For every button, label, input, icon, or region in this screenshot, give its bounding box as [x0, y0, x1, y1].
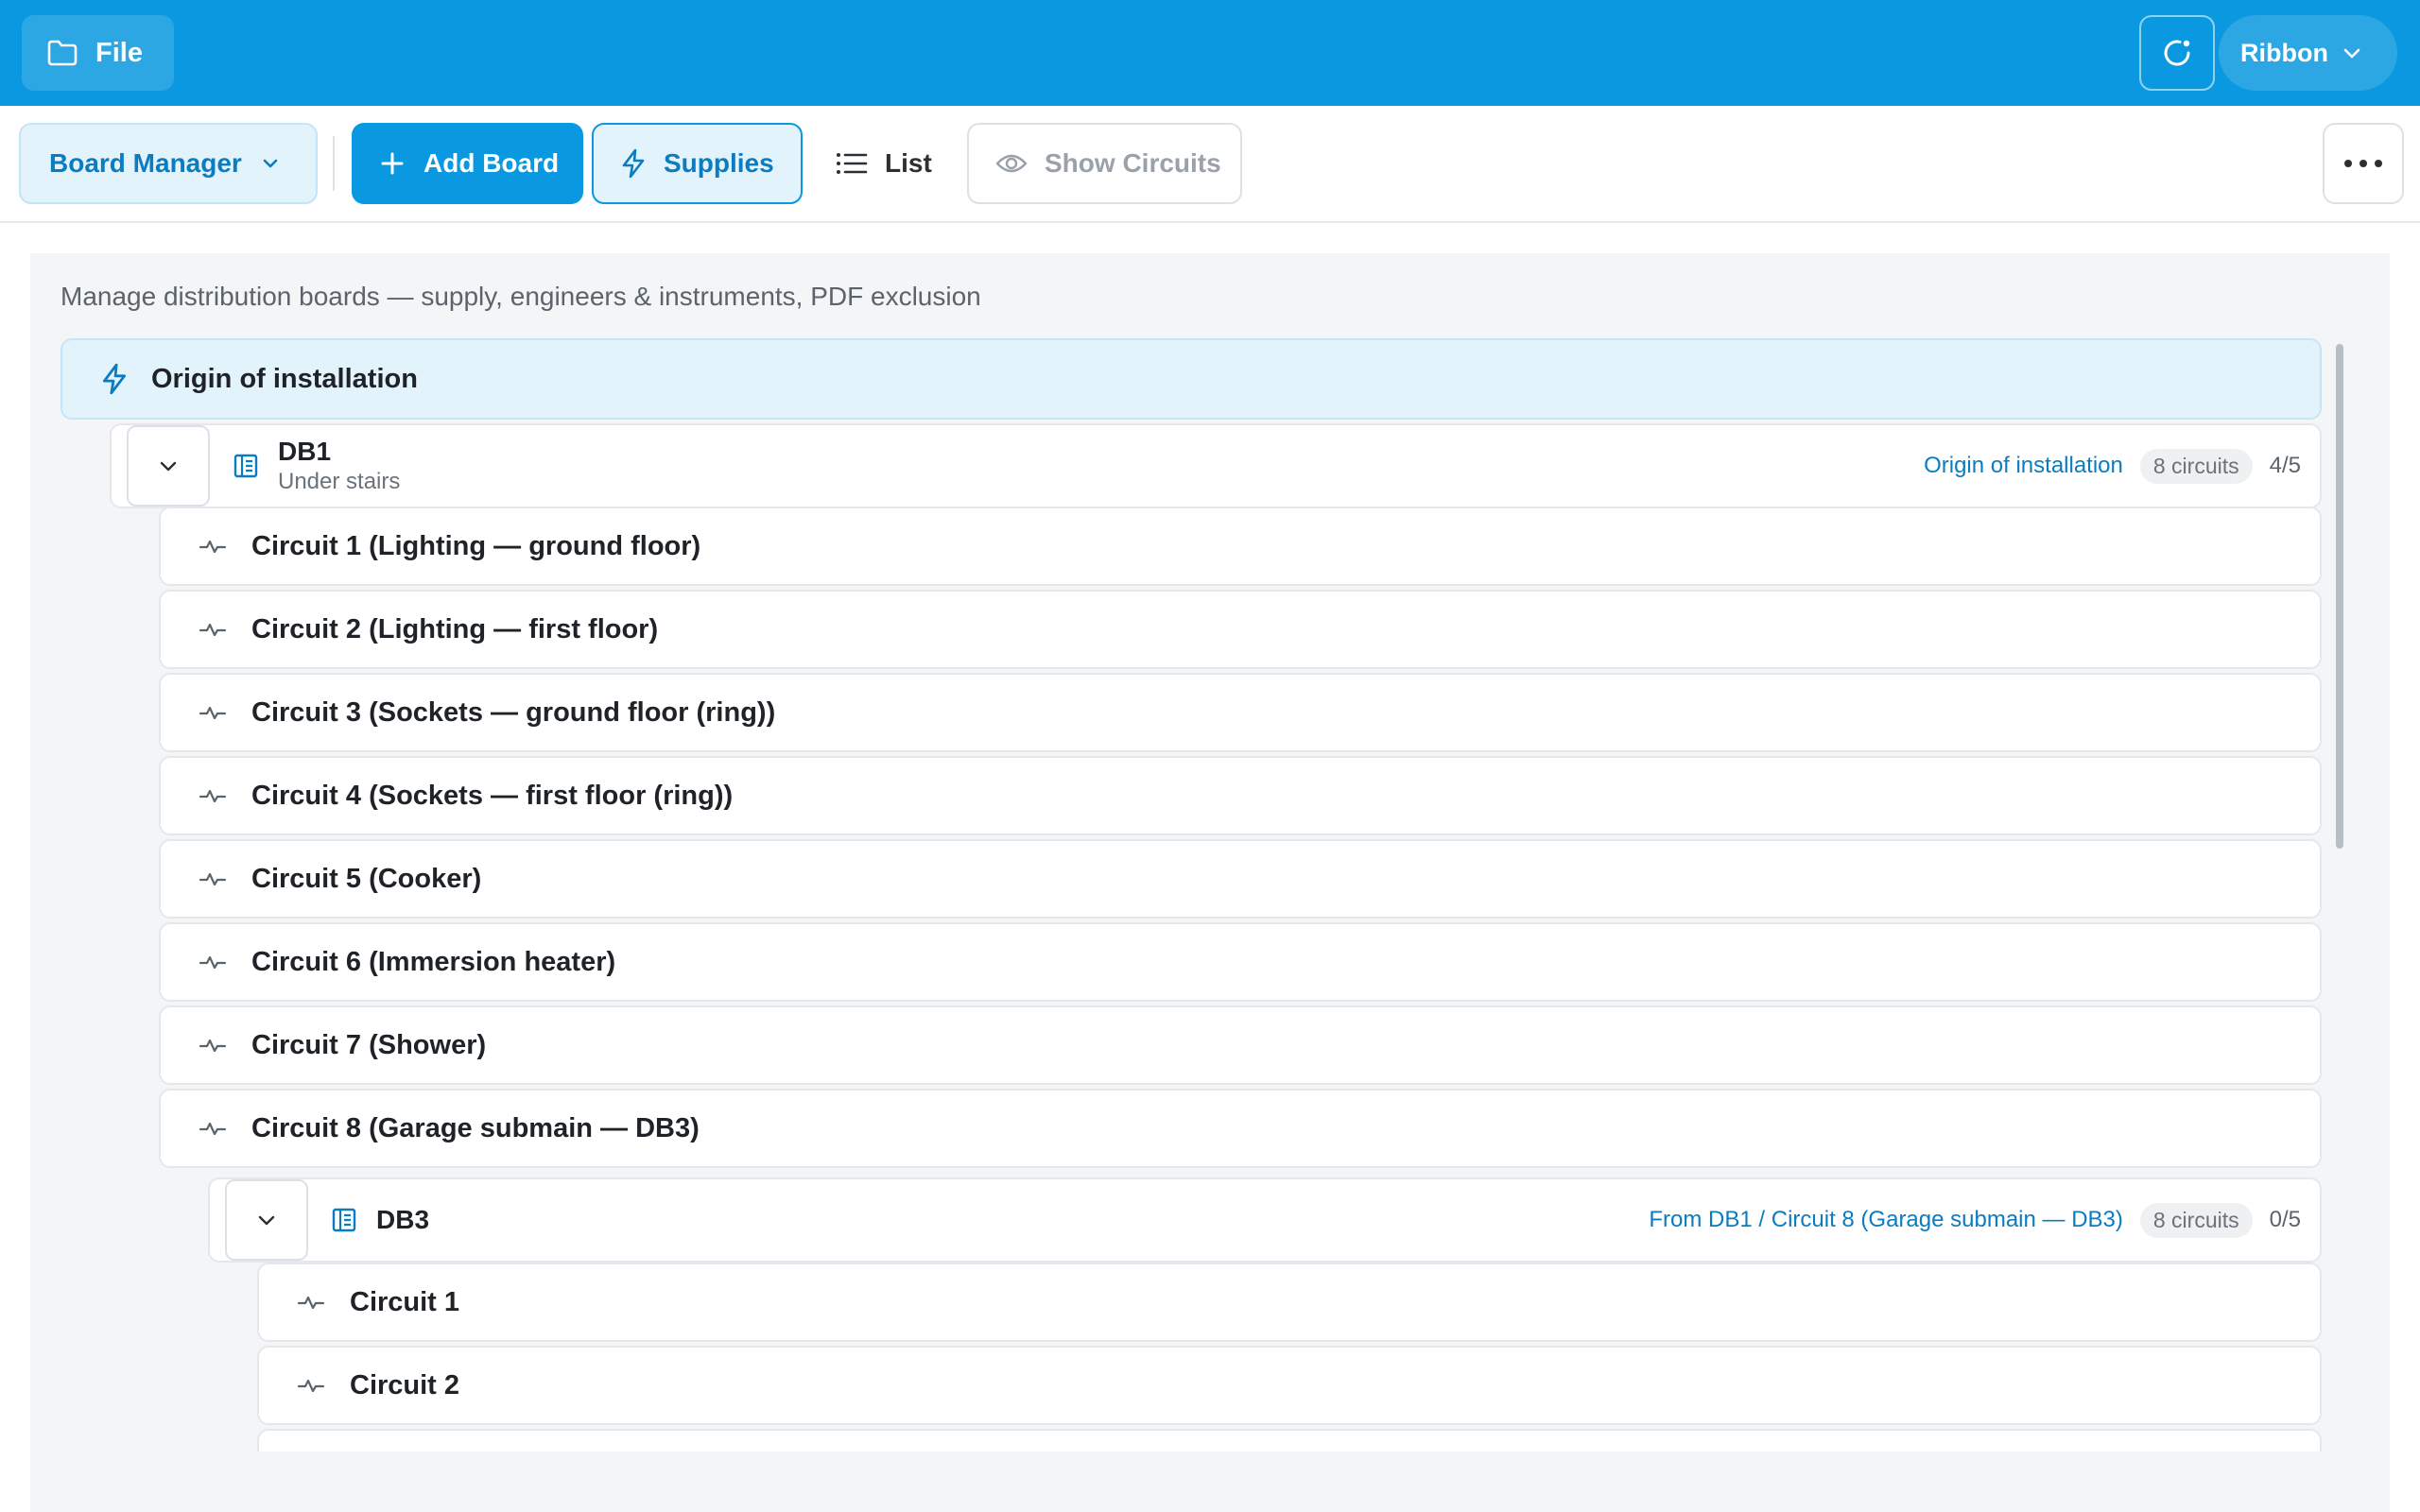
board-icon [331, 1207, 357, 1233]
circuit-row[interactable]: Circuit 4 (Sockets — first floor (ring)) [159, 756, 2322, 835]
chevron-down-icon [261, 157, 280, 170]
board-tree: Origin of installation DB1 Under stairs … [60, 338, 2322, 1452]
pulse-icon [199, 786, 227, 805]
collapse-toggle[interactable] [127, 425, 210, 507]
scrollbar-thumb[interactable] [2336, 344, 2343, 849]
origin-row[interactable]: Origin of installation [60, 338, 2322, 420]
add-board-button[interactable]: Add Board [352, 123, 583, 204]
board-manager-label: Board Manager [49, 148, 242, 178]
circuit-label: Circuit 8 (Garage submain — DB3) [251, 1112, 700, 1143]
circuit-row[interactable]: Circuit 8 (Garage submain — DB3) [159, 1089, 2322, 1168]
board-supply-source[interactable]: Origin of installation [1924, 453, 2123, 479]
collapse-toggle[interactable] [225, 1179, 308, 1261]
board-row-db3[interactable]: DB3 From DB1 / Circuit 8 (Garage submain… [208, 1177, 2322, 1263]
circuit-row[interactable]: Circuit 1 [257, 1263, 2322, 1342]
circuits-count-badge: 8 circuits [2139, 448, 2253, 484]
circuit-label: Circuit 1 (Lighting — ground floor) [251, 530, 701, 561]
board-name: DB1 [278, 437, 332, 466]
show-circuits-button[interactable]: Show Circuits [967, 123, 1242, 204]
list-icon [836, 151, 868, 176]
board-manager-panel: Manage distribution boards — supply, eng… [30, 253, 2390, 1512]
eye-icon [995, 152, 1028, 175]
pulse-icon [199, 703, 227, 722]
board-supply-source[interactable]: From DB1 / Circuit 8 (Garage submain — D… [1649, 1207, 2122, 1233]
top-bar: File Ribbon [0, 0, 2420, 106]
pulse-icon [199, 869, 227, 888]
chevron-down-icon [256, 1213, 277, 1227]
origin-label: Origin of installation [151, 363, 418, 394]
chevron-down-icon [158, 459, 179, 472]
board-location: Under stairs [278, 469, 401, 494]
pulse-icon [199, 953, 227, 971]
board-manager-dropdown[interactable]: Board Manager [19, 123, 318, 204]
circuit-row[interactable] [257, 1429, 2322, 1452]
list-button[interactable]: List [819, 123, 951, 204]
board-icon [233, 453, 259, 479]
circuit-row[interactable]: Circuit 1 (Lighting — ground floor) [159, 507, 2322, 586]
chevron-down-icon [2342, 46, 2362, 60]
circuit-label: Circuit 2 (Lighting — first floor) [251, 613, 659, 644]
pulse-icon [199, 620, 227, 639]
more-options-button[interactable] [2323, 123, 2404, 204]
circuit-label: Circuit 6 (Immersion heater) [251, 946, 616, 977]
circuit-row[interactable]: Circuit 7 (Shower) [159, 1005, 2322, 1085]
toolbar-divider [333, 136, 335, 191]
pulse-icon [199, 1036, 227, 1055]
circuit-label: Circuit 4 (Sockets — first floor (ring)) [251, 780, 734, 811]
circuit-row[interactable]: Circuit 3 (Sockets — ground floor (ring)… [159, 673, 2322, 752]
supplies-button[interactable]: Supplies [592, 123, 803, 204]
circuit-label: Circuit 1 [350, 1286, 460, 1317]
plus-icon [380, 151, 405, 176]
pulse-icon [297, 1293, 325, 1312]
more-icon [2343, 159, 2383, 168]
refresh-icon [2159, 35, 2195, 71]
pulse-icon [297, 1376, 325, 1395]
file-label: File [95, 37, 143, 68]
circuit-row[interactable]: Circuit 6 (Immersion heater) [159, 922, 2322, 1002]
board-row-db1[interactable]: DB1 Under stairs Origin of installation … [110, 423, 2322, 508]
toolbar: Board Manager Add Board Supplies List Sh… [0, 106, 2420, 223]
lightning-icon [620, 148, 647, 179]
circuit-label: Circuit 7 (Shower) [251, 1029, 487, 1060]
ribbon-button[interactable]: Ribbon [2219, 15, 2397, 91]
completion-count: 4/5 [2269, 453, 2301, 478]
circuit-label: Circuit 2 [350, 1369, 460, 1400]
panel-description: Manage distribution boards — supply, eng… [60, 282, 981, 311]
circuit-row[interactable]: Circuit 2 (Lighting — first floor) [159, 590, 2322, 669]
board-name: DB3 [376, 1205, 430, 1234]
circuit-row[interactable]: Circuit 5 (Cooker) [159, 839, 2322, 919]
ribbon-label: Ribbon [2240, 38, 2328, 67]
refresh-button[interactable] [2139, 15, 2215, 91]
file-button[interactable]: File [22, 15, 174, 91]
pulse-icon [199, 1119, 227, 1138]
circuits-count-badge: 8 circuits [2139, 1202, 2253, 1238]
supplies-label: Supplies [664, 148, 774, 178]
add-board-label: Add Board [424, 148, 560, 178]
circuit-label: Circuit 5 (Cooker) [251, 863, 482, 894]
circuit-label: Circuit 3 (Sockets — ground floor (ring)… [251, 696, 776, 728]
completion-count: 0/5 [2269, 1207, 2301, 1232]
list-label: List [885, 148, 932, 178]
show-circuits-label: Show Circuits [1045, 148, 1221, 178]
lightning-icon [100, 363, 129, 395]
folder-icon [46, 39, 78, 67]
pulse-icon [199, 537, 227, 556]
circuit-row[interactable]: Circuit 2 [257, 1346, 2322, 1425]
